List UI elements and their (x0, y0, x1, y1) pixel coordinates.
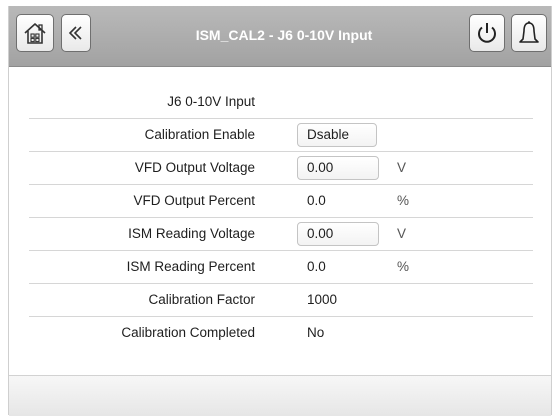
row-vfd-output-percent: VFD Output Percent 0.0 % (29, 185, 533, 218)
row-label: ISM Reading Voltage (128, 226, 255, 241)
home-icon (24, 23, 46, 44)
row-label: VFD Output Voltage (134, 160, 255, 175)
home-button[interactable] (16, 14, 54, 52)
unit-label: % (397, 259, 410, 274)
row-j6-input: J6 0-10V Input (29, 86, 533, 119)
row-label: Calibration Factor (148, 292, 255, 307)
power-icon (478, 23, 496, 43)
page-title: ISM_CAL2 - J6 0-10V Input (195, 27, 373, 43)
unit-label: % (397, 193, 410, 208)
vfd-output-percent-value: 0.0 (307, 193, 326, 208)
row-calibration-completed: Calibration Completed No (29, 317, 533, 350)
bell-icon (519, 21, 539, 43)
row-label: Calibration Enable (144, 127, 255, 142)
row-label: J6 0-10V Input (167, 94, 255, 109)
alarm-button[interactable] (511, 14, 547, 52)
app-window: ISM_CAL2 - J6 0-10V Input J6 0-10V Input… (8, 6, 552, 416)
calibration-enable-select[interactable]: Dsable (297, 123, 377, 147)
unit-label: V (397, 226, 407, 241)
row-vfd-output-voltage: VFD Output Voltage 0.00 V (29, 152, 533, 185)
row-label: VFD Output Percent (133, 193, 255, 208)
unit-label: V (397, 160, 407, 175)
row-ism-reading-percent: ISM Reading Percent 0.0 % (29, 251, 533, 284)
row-label: Calibration Completed (121, 325, 255, 340)
header-bar: ISM_CAL2 - J6 0-10V Input (9, 6, 551, 67)
ism-reading-voltage-field[interactable]: 0.00 (297, 222, 379, 246)
power-button[interactable] (469, 14, 505, 52)
footer-bar (9, 375, 551, 416)
row-calibration-enable: Calibration Enable Dsable (29, 119, 533, 152)
settings-panel: J6 0-10V Input Calibration Enable Dsable… (9, 67, 551, 375)
back-chevron-icon (68, 26, 82, 40)
row-calibration-factor: Calibration Factor 1000 (29, 284, 533, 317)
calibration-factor-value: 1000 (307, 292, 338, 307)
row-ism-reading-voltage: ISM Reading Voltage 0.00 V (29, 218, 533, 251)
calibration-completed-value: No (307, 325, 325, 340)
row-label: ISM Reading Percent (126, 259, 255, 274)
back-button[interactable] (61, 14, 91, 52)
ism-reading-percent-value: 0.0 (307, 259, 326, 274)
vfd-output-voltage-field[interactable]: 0.00 (297, 156, 379, 180)
